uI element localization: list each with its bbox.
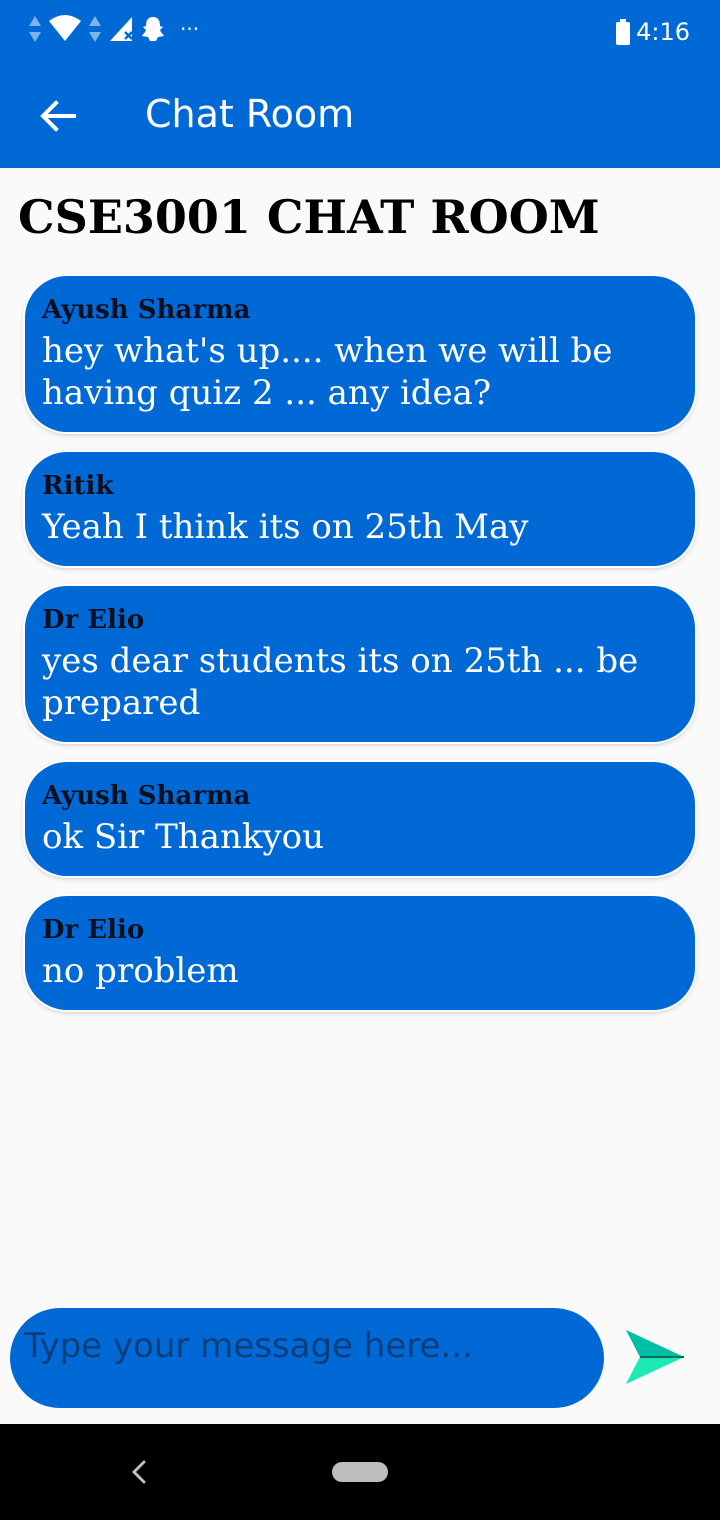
send-button[interactable]: [622, 1326, 688, 1388]
battery-icon: [616, 19, 631, 45]
snapchat-icon: [142, 17, 164, 41]
message-text: Yeah I think its on 25th May: [42, 507, 529, 547]
message-sender: Ayush Sharma: [42, 295, 251, 325]
nav-back-button[interactable]: [124, 1452, 154, 1492]
message-list[interactable]: Ayush Sharma hey what's up.... when we w…: [25, 276, 695, 1030]
message-text: hey what's up.... when we will be having…: [42, 331, 613, 413]
data-arrows-icon: [29, 16, 41, 42]
message-sender: Ritik: [42, 471, 114, 501]
more-dots-icon: ···: [180, 17, 200, 41]
message-card: Ayush Sharma ok Sir Thankyou: [25, 762, 695, 876]
status-icons-left: ···: [28, 14, 199, 44]
message-sender: Dr Elio: [42, 915, 145, 945]
nav-home-pill[interactable]: [332, 1462, 388, 1482]
send-icon: [626, 1330, 684, 1384]
app-bar: Chat Room: [0, 64, 720, 168]
message-sender: Ayush Sharma: [42, 781, 251, 811]
message-text: ok Sir Thankyou: [42, 817, 325, 857]
app-title: Chat Room: [145, 92, 355, 136]
system-navigation-bar: [0, 1424, 720, 1520]
signal-icon: [110, 17, 133, 41]
message-card: Dr Elio yes dear students its on 25th ..…: [25, 586, 695, 742]
nav-back-icon: [131, 1460, 146, 1484]
status-bar: ··· 4:16: [0, 0, 720, 64]
message-input-container: [10, 1308, 604, 1408]
message-text: yes dear students its on 25th ... be pre…: [42, 641, 639, 723]
message-text: no problem: [42, 951, 239, 991]
message-card: Ayush Sharma hey what's up.... when we w…: [25, 276, 695, 432]
data-arrows-icon-2: [89, 16, 101, 42]
message-input[interactable]: [22, 1320, 586, 1372]
status-time: 4:16: [636, 18, 690, 46]
wifi-icon: [49, 15, 81, 41]
status-icons-right: 4:16: [616, 18, 690, 46]
message-card: Ritik Yeah I think its on 25th May: [25, 452, 695, 566]
back-button[interactable]: [30, 88, 86, 144]
message-card: Dr Elio no problem: [25, 896, 695, 1010]
message-sender: Dr Elio: [42, 605, 145, 635]
chat-room-title: CSE3001 CHAT ROOM: [18, 190, 600, 244]
arrow-back-icon: [40, 100, 76, 132]
